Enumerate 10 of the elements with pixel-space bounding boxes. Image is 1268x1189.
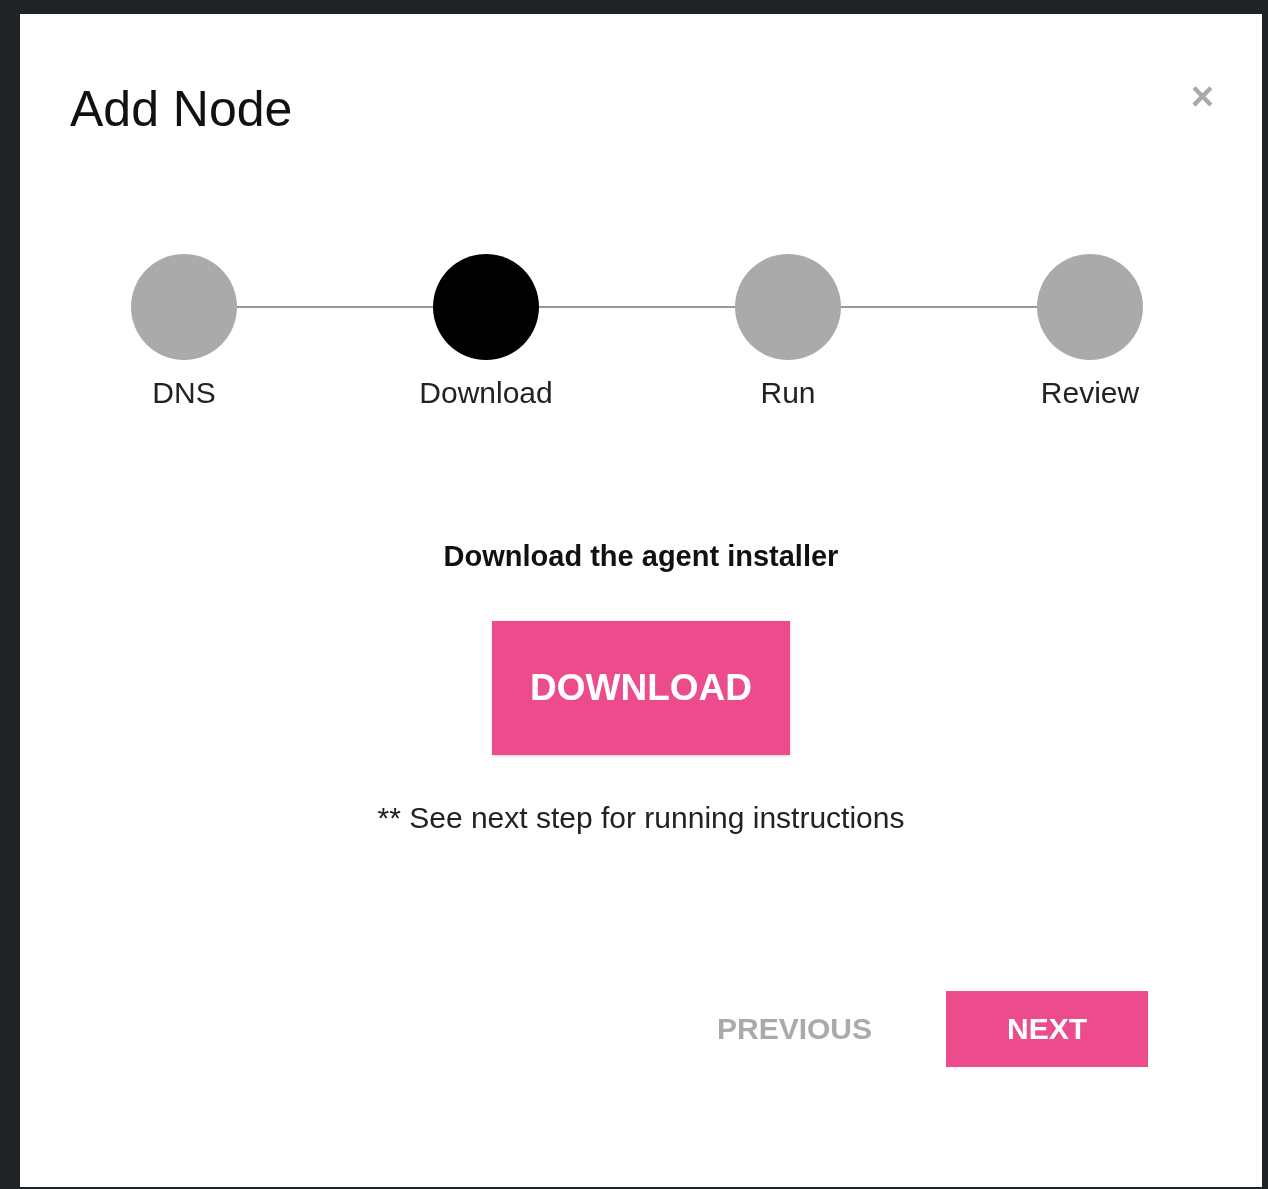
download-button[interactable]: DOWNLOAD	[492, 621, 790, 755]
step-label: DNS	[152, 376, 216, 410]
step-label: Run	[760, 376, 816, 410]
step-label: Review	[1040, 376, 1140, 410]
note-text: ** See next step for running instructions	[377, 801, 905, 835]
close-button[interactable]: ×	[1190, 76, 1214, 116]
dialog-title: Add Node	[70, 84, 293, 134]
step-label: Download	[419, 376, 553, 410]
section-heading: Download the agent installer	[443, 540, 839, 573]
next-button[interactable]: NEXT	[946, 991, 1148, 1067]
